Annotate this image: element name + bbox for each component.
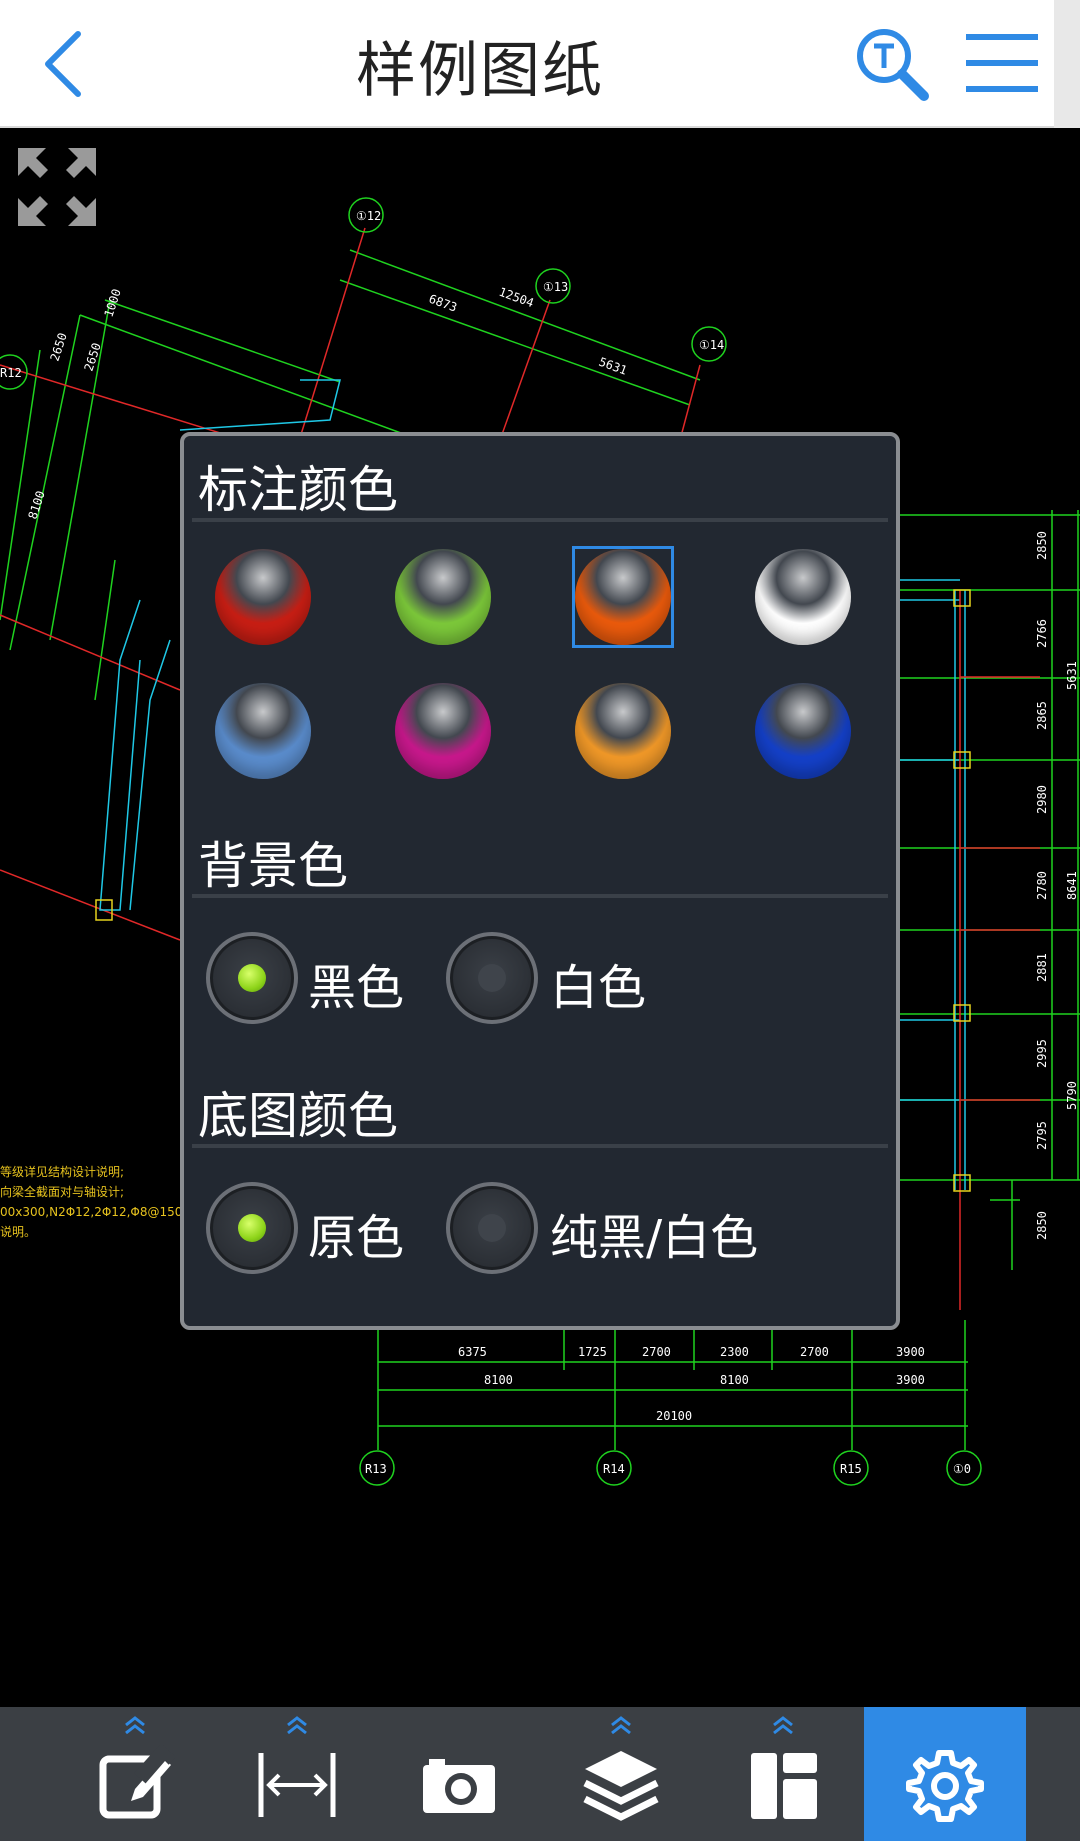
- color-swatch-ball: [755, 683, 851, 779]
- dimension-label: 5631: [1065, 661, 1079, 690]
- dimension-label: 2980: [1035, 785, 1049, 814]
- chevron-up-icon: [611, 1716, 631, 1735]
- dimension-label: 5790: [1065, 1081, 1079, 1110]
- color-swatch-green[interactable]: [392, 546, 494, 648]
- hamburger-menu-icon[interactable]: [962, 28, 1042, 98]
- dimension-label: 6375: [458, 1345, 487, 1359]
- base-original-label: 原色: [308, 1210, 405, 1266]
- axis-label: ①14: [699, 338, 724, 352]
- dimension-label: 20100: [656, 1409, 692, 1423]
- dimension-label: 1000: [102, 287, 124, 319]
- measure-distance-icon: [258, 1753, 336, 1817]
- color-swatch-white[interactable]: [752, 546, 854, 648]
- color-swatch-ball: [575, 683, 671, 779]
- dimension-label: 2850: [1035, 1211, 1049, 1240]
- section-divider: [192, 894, 888, 898]
- dimension-label: 1725: [578, 1345, 607, 1359]
- axis-label: ①13: [543, 280, 568, 294]
- dimension-label: 8100: [484, 1373, 513, 1387]
- dimension-label: 3900: [896, 1373, 925, 1387]
- dimension-label: 2780: [1035, 871, 1049, 900]
- dimension-label: 2700: [642, 1345, 671, 1359]
- color-swatch-ball: [395, 683, 491, 779]
- text-search-icon[interactable]: [852, 24, 932, 104]
- app-header: 样例图纸: [0, 0, 1080, 128]
- color-swatch-magenta[interactable]: [392, 680, 494, 782]
- radio-dot: [478, 964, 506, 992]
- base-mono-radio[interactable]: [446, 1182, 538, 1274]
- layout-icon: [751, 1753, 817, 1819]
- dimension-label: 8641: [1065, 871, 1079, 900]
- camera-icon: [423, 1759, 495, 1813]
- background-white-radio[interactable]: [446, 932, 538, 1024]
- dimension-label: 3900: [896, 1345, 925, 1359]
- settings-tool-button[interactable]: [864, 1707, 1026, 1841]
- base-color-title: 底图颜色: [198, 1087, 398, 1145]
- chevron-left-icon[interactable]: [36, 26, 112, 102]
- dimension-label: 2650: [48, 331, 70, 363]
- note-text: 00x300,N2Φ12,2Φ12,Φ8@150(2);: [0, 1205, 203, 1219]
- axis-label: R14: [603, 1462, 625, 1476]
- dimension-label: 2700: [800, 1345, 829, 1359]
- fullscreen-expand-icon[interactable]: [16, 146, 98, 228]
- color-swatch-orange[interactable]: [572, 680, 674, 782]
- note-text: 向梁全截面对与轴设计;: [0, 1184, 124, 1199]
- dimension-label: 2300: [720, 1345, 749, 1359]
- background-title: 背景色: [198, 837, 348, 895]
- background-black-radio[interactable]: [206, 932, 298, 1024]
- dimension-label: 8100: [720, 1373, 749, 1387]
- display-settings-panel: 标注颜色 背景色 黑色 白色 底图颜色 原色 纯黑/白色: [180, 432, 900, 1330]
- dimension-label: 2865: [1035, 701, 1049, 730]
- dimension-label: 2850: [1035, 531, 1049, 560]
- background-black-label: 黑色: [308, 960, 405, 1016]
- dimension-label: 2795: [1035, 1121, 1049, 1150]
- edit-note-icon: [99, 1745, 175, 1819]
- base-color-radio-group: 原色 纯黑/白色: [206, 1182, 886, 1274]
- dimension-label: 6873: [427, 292, 459, 315]
- dimension-label: 2881: [1035, 953, 1049, 982]
- color-swatch-ball: [755, 549, 851, 645]
- color-swatch-ball: [395, 549, 491, 645]
- dimension-label: 8100: [26, 489, 48, 521]
- note-text: 等级详见结构设计说明;: [0, 1164, 124, 1179]
- base-original-radio[interactable]: [206, 1182, 298, 1274]
- radio-dot: [478, 1214, 506, 1242]
- background-white-label: 白色: [550, 960, 647, 1016]
- dimension-label: 2766: [1035, 619, 1049, 648]
- measure-tool-button[interactable]: [216, 1707, 378, 1841]
- chevron-up-icon: [287, 1716, 307, 1735]
- chevron-up-icon: [125, 1716, 145, 1735]
- dimension-label: 2995: [1035, 1039, 1049, 1068]
- section-divider: [192, 1144, 888, 1148]
- axis-label: R12: [0, 366, 22, 380]
- layers-icon: [583, 1751, 659, 1821]
- gear-icon: [906, 1750, 984, 1822]
- color-swatch-light-blue[interactable]: [212, 680, 314, 782]
- axis-label: ①12: [356, 209, 381, 223]
- layers-tool-button[interactable]: [540, 1707, 702, 1841]
- chevron-up-icon: [773, 1716, 793, 1735]
- base-mono-label: 纯黑/白色: [550, 1210, 759, 1266]
- color-swatch-ball: [215, 549, 311, 645]
- bottom-toolbar: [0, 1707, 1080, 1841]
- header-edge: [1054, 0, 1080, 128]
- page-title: 样例图纸: [356, 36, 604, 106]
- color-swatch-orange-red[interactable]: [572, 546, 674, 648]
- radio-dot: [238, 964, 266, 992]
- axis-label: R15: [840, 1462, 862, 1476]
- axis-label: R13: [365, 1462, 387, 1476]
- color-swatch-red[interactable]: [212, 546, 314, 648]
- color-swatch-blue[interactable]: [752, 680, 854, 782]
- note-text: 说明。: [0, 1224, 36, 1239]
- camera-tool-button[interactable]: [378, 1707, 540, 1841]
- annotate-tool-button[interactable]: [54, 1707, 216, 1841]
- radio-dot: [238, 1214, 266, 1242]
- color-swatch-ball: [575, 549, 671, 645]
- background-radio-group: 黑色 白色: [206, 932, 886, 1024]
- color-swatch-ball: [215, 683, 311, 779]
- section-divider: [192, 518, 888, 522]
- annotation-color-title: 标注颜色: [198, 461, 398, 519]
- axis-label: ①0: [953, 1462, 971, 1476]
- layout-tool-button[interactable]: [702, 1707, 864, 1841]
